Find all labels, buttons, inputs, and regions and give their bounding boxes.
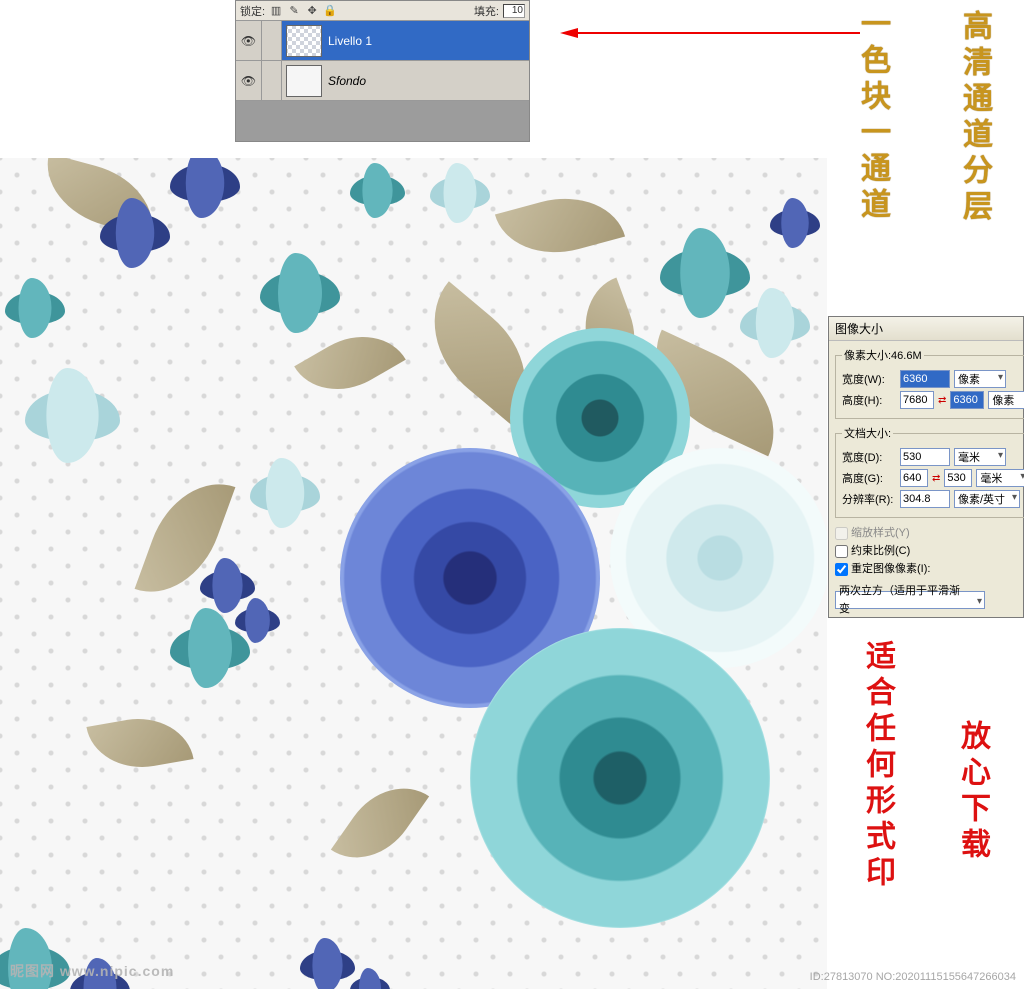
visibility-eye-icon[interactable]: 👁 — [236, 61, 262, 100]
options-checks: 缩放样式(Y) 约束比例(C) 重定图像像素(I): 两次立方（适用于平滑渐变 — [835, 524, 1017, 609]
doc-width-unit-select[interactable]: 毫米 — [954, 448, 1006, 466]
visibility-eye-icon[interactable]: 👁 — [236, 21, 262, 60]
annotation-red-right: 放心下载 — [950, 720, 994, 864]
small-flower — [350, 163, 405, 218]
small-flower — [300, 938, 355, 989]
layers-panel: 锁定: ▥ ✎ ✥ 🔒 填充: 10 👁 Livello 1 👁 Sfondo — [235, 0, 530, 142]
scale-styles-label: 缩放样式(Y) — [851, 527, 910, 539]
doc-height-unit-select[interactable]: 毫米 — [976, 469, 1024, 487]
annotation-gold-left: 一色块一通道 — [850, 8, 894, 224]
layer-thumbnail[interactable] — [286, 25, 322, 57]
small-flower — [430, 163, 490, 223]
lock-all-icon[interactable]: 🔒 — [323, 4, 337, 18]
small-flower — [740, 288, 810, 358]
height-px-linked-input[interactable] — [950, 391, 984, 409]
width-px-input[interactable] — [900, 370, 950, 388]
doc-height-label: 高度(G): — [842, 470, 896, 486]
leaf-shape — [495, 183, 625, 267]
small-flower — [170, 158, 240, 218]
resample-label: 重定图像像素(I): — [851, 563, 930, 575]
small-flower — [660, 228, 750, 318]
resolution-unit-select[interactable]: 像素/英寸 — [954, 490, 1020, 508]
pixel-dimensions-legend: 像素大小:46.6M — [842, 347, 924, 363]
lock-position-icon[interactable]: ✥ — [305, 4, 319, 18]
small-flower — [260, 253, 340, 333]
annotation-arrow — [560, 28, 860, 38]
document-size-group: 文档大小: 宽度(D): 毫米 高度(G): ⇄ 毫米 分辨率(R): 像素/英… — [835, 425, 1024, 518]
small-flower — [5, 278, 65, 338]
leaf-shape — [331, 768, 429, 879]
small-flower — [250, 458, 320, 528]
resolution-input[interactable] — [900, 490, 950, 508]
layer-thumbnail[interactable] — [286, 65, 322, 97]
layer-row[interactable]: 👁 Livello 1 — [236, 21, 529, 61]
small-flower — [350, 968, 390, 989]
layers-toolbar: 锁定: ▥ ✎ ✥ 🔒 填充: 10 — [236, 1, 529, 21]
artwork-preview: 昵图网 www.nipic.com — [0, 158, 827, 989]
link-indicator-icon: ⇄ — [938, 395, 946, 406]
watermark-left: 昵图网 www.nipic.com — [10, 961, 174, 981]
layer-row[interactable]: 👁 Sfondo — [236, 61, 529, 101]
resample-checkbox[interactable] — [835, 563, 848, 576]
doc-height-linked-input[interactable] — [944, 469, 972, 487]
link-indicator-icon: ⇄ — [932, 473, 940, 484]
lock-image-icon[interactable]: ✎ — [287, 4, 301, 18]
width-px-label: 宽度(W): — [842, 371, 896, 387]
annotation-red-left: 适合任何形式印 — [855, 640, 899, 892]
layer-link-column[interactable] — [262, 61, 282, 100]
small-flower — [100, 198, 170, 268]
resample-method-select[interactable]: 两次立方（适用于平滑渐变 — [835, 591, 985, 609]
constrain-proportions-checkbox[interactable] — [835, 545, 848, 558]
lock-transparent-icon[interactable]: ▥ — [269, 4, 283, 18]
small-flower — [25, 368, 120, 463]
layers-panel-padding — [236, 101, 529, 141]
scale-styles-checkbox[interactable] — [835, 527, 848, 540]
height-px-unit-select[interactable]: 像素 — [988, 391, 1024, 409]
dialog-title: 图像大小 — [829, 317, 1023, 341]
fill-label: 填充: — [474, 3, 499, 19]
doc-width-input[interactable] — [900, 448, 950, 466]
constrain-proportions-label: 约束比例(C) — [851, 545, 910, 557]
layer-name[interactable]: Sfondo — [328, 74, 529, 88]
small-flower — [170, 608, 250, 688]
fill-value-field[interactable]: 10 — [503, 4, 525, 18]
doc-width-label: 宽度(D): — [842, 449, 896, 465]
height-px-input[interactable] — [900, 391, 934, 409]
small-flower — [770, 198, 820, 248]
height-px-label: 高度(H): — [842, 392, 896, 408]
resolution-label: 分辨率(R): — [842, 491, 896, 507]
layer-link-column[interactable] — [262, 21, 282, 60]
image-size-dialog: 图像大小 像素大小:46.6M 宽度(W): 像素 高度(H): ⇄ 像素 文档… — [828, 316, 1024, 618]
lock-label: 锁定: — [240, 3, 265, 19]
watermark-right: ID:27813070 NO:20201115155647266034 — [810, 971, 1016, 983]
leaf-shape — [86, 710, 193, 777]
pixel-dimensions-group: 像素大小:46.6M 宽度(W): 像素 高度(H): ⇄ 像素 — [835, 347, 1024, 419]
document-size-legend: 文档大小: — [842, 425, 893, 441]
annotation-gold-right: 高清通道分层 — [952, 10, 996, 226]
flower-teal-large — [470, 628, 770, 928]
doc-height-input[interactable] — [900, 469, 928, 487]
layer-name[interactable]: Livello 1 — [328, 34, 529, 48]
width-px-unit-select[interactable]: 像素 — [954, 370, 1006, 388]
